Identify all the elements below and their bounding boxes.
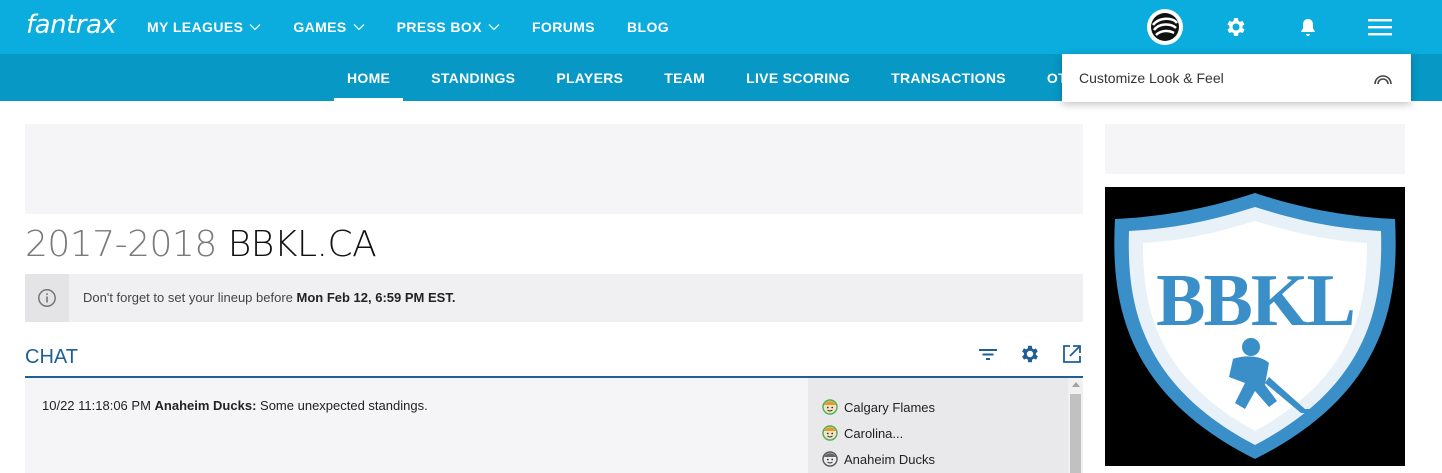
bell-icon: [1301, 19, 1315, 36]
chevron-down-icon: [249, 24, 261, 31]
chat-message: 10/22 11:18:06 PM Anaheim Ducks: Some un…: [42, 398, 428, 413]
customize-look-feel-label: Customize Look & Feel: [1079, 70, 1224, 86]
online-user-icon: [822, 425, 838, 441]
settings-dropdown-item[interactable]: Customize Look & Feel: [1062, 54, 1411, 102]
league-logo: BBKL: [1105, 187, 1405, 466]
chat-user[interactable]: Anaheim Ducks: [822, 451, 935, 467]
nav-label: MY LEAGUES: [147, 19, 244, 35]
ad-banner-placeholder: [25, 124, 1083, 214]
main-menu-button[interactable]: [1362, 9, 1398, 45]
tab-transactions[interactable]: TRANSACTIONS: [878, 54, 1019, 101]
info-icon: [38, 289, 56, 307]
shield-logo-icon: BBKL: [1114, 193, 1396, 459]
rainbow-icon: [1374, 75, 1392, 85]
chat-users-scrollbar[interactable]: [1068, 378, 1083, 473]
gear-icon: [1022, 345, 1038, 363]
nav-label: GAMES: [293, 19, 347, 35]
notice-icon-cell: [25, 274, 69, 322]
chat-header: CHAT: [25, 340, 1083, 378]
nav-forums[interactable]: FORUMS: [532, 19, 595, 35]
nav-my-leagues[interactable]: MY LEAGUES: [147, 19, 261, 35]
scroll-up-arrow-icon[interactable]: [1072, 382, 1080, 387]
chat-popout-button[interactable]: [1061, 343, 1083, 365]
notice-message: Don't forget to set your lineup before M…: [83, 290, 455, 305]
lineup-notice: Don't forget to set your lineup before M…: [25, 274, 1083, 322]
nav-blog[interactable]: BLOG: [627, 19, 669, 35]
sidebar-ad-placeholder: [1105, 124, 1405, 174]
chat-panel: 10/22 11:18:06 PM Anaheim Ducks: Some un…: [25, 378, 1083, 473]
chat-title: CHAT: [25, 346, 78, 368]
nav-label: FORUMS: [531, 19, 596, 35]
gear-icon: [1227, 18, 1245, 36]
offline-user-icon: [822, 451, 838, 467]
online-user-icon: [822, 399, 838, 415]
team-avatar-button[interactable]: [1147, 9, 1183, 45]
team-avatar-icon: [1147, 9, 1183, 45]
scrollbar-thumb[interactable]: [1070, 394, 1081, 473]
chat-user-name: Carolina...: [844, 425, 904, 441]
chat-user[interactable]: Calgary Flames: [822, 399, 935, 415]
hamburger-menu-icon: [1368, 19, 1392, 36]
chat-toolbar: [957, 343, 1083, 365]
chat-settings-button[interactable]: [1019, 343, 1041, 365]
league-tabs: HOME STANDINGS PLAYERS TEAM LIVE SCORING…: [334, 54, 1125, 101]
nav-label: PRESS BOX: [396, 19, 482, 35]
tab-players[interactable]: PLAYERS: [543, 54, 636, 101]
notice-text: Don't forget to set your lineup before: [83, 290, 293, 305]
top-navbar: fantrax MY LEAGUES GAMES PRESS BOX FORUM…: [0, 0, 1442, 54]
settings-button[interactable]: [1218, 9, 1254, 45]
season-label: 2017-2018: [25, 224, 217, 265]
open-external-icon: [1063, 345, 1081, 363]
tab-standings[interactable]: STANDINGS: [418, 54, 528, 101]
tab-live-scoring[interactable]: LIVE SCORING: [733, 54, 863, 101]
chat-message-time: 10/22 11:18:06 PM: [42, 398, 151, 413]
chat-message-author[interactable]: Anaheim Ducks:: [155, 398, 257, 413]
chat-user-list: Calgary Flames Carolina... Anaheim Ducks: [808, 378, 1068, 473]
chat-filter-button[interactable]: [977, 343, 999, 365]
league-name: BBKL.CA: [227, 224, 377, 265]
notice-deadline: Mon Feb 12, 6:59 PM EST.: [296, 290, 456, 305]
logo-text: BBKL: [1156, 260, 1354, 342]
nav-label: BLOG: [627, 19, 670, 35]
fantrax-logo[interactable]: fantrax: [26, 10, 117, 40]
chevron-down-icon: [353, 24, 365, 31]
nav-press-box[interactable]: PRESS BOX: [397, 19, 500, 35]
nav-games[interactable]: GAMES: [293, 19, 365, 35]
top-nav-menu: MY LEAGUES GAMES PRESS BOX FORUMS BLOG: [147, 0, 701, 54]
chat-user[interactable]: Carolina...: [822, 425, 903, 441]
chevron-down-icon: [488, 24, 500, 31]
notifications-button[interactable]: [1290, 9, 1326, 45]
page-title: 2017-2018 BBKL.CA: [25, 224, 377, 265]
chat-user-name: Calgary Flames: [844, 399, 936, 415]
filter-icon: [979, 349, 997, 360]
tab-home[interactable]: HOME: [334, 54, 404, 101]
chat-message-text: Some unexpected standings.: [260, 398, 428, 413]
chat-user-name: Anaheim Ducks: [844, 451, 936, 467]
tab-team[interactable]: TEAM: [651, 54, 718, 101]
